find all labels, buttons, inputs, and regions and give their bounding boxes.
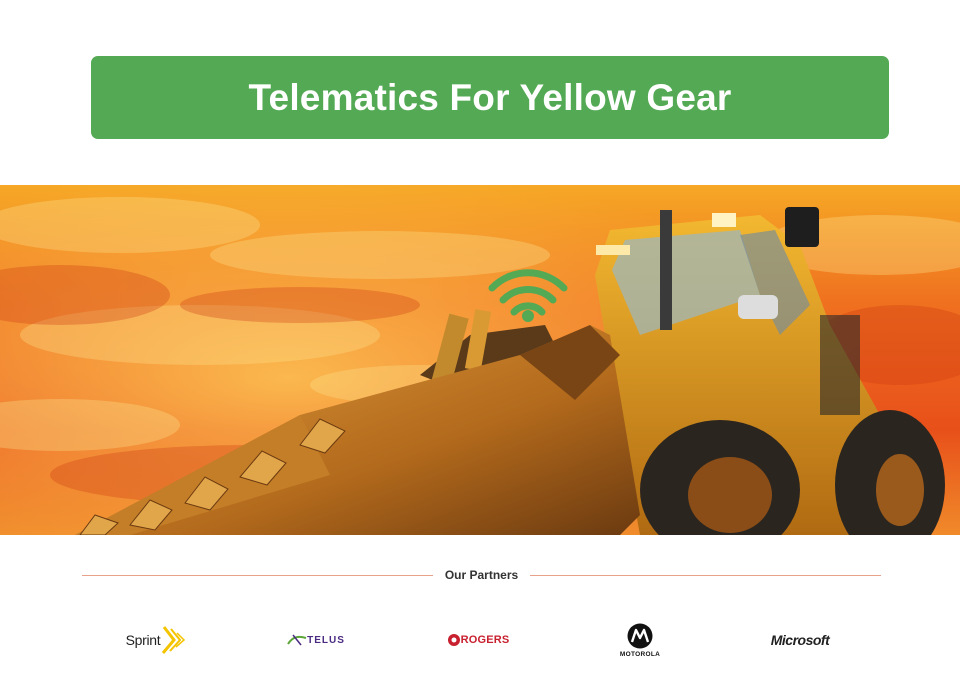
motorola-wordmark: MOTOROLA	[619, 650, 661, 658]
wheel-loader-illustration	[0, 185, 960, 535]
partner-logo-telus[interactable]: TELUS	[280, 616, 352, 664]
divider-left	[82, 574, 433, 576]
partner-logo-sprint[interactable]: Sprint	[116, 616, 196, 664]
rogers-logo-icon	[447, 634, 460, 646]
telus-wordmark: TELUS	[307, 634, 345, 646]
divider-right	[530, 574, 882, 576]
telus-logo-icon	[287, 634, 307, 646]
partners-heading: Our Partners	[82, 566, 882, 584]
title-banner: Telematics For Yellow Gear	[91, 56, 889, 139]
partner-logo-microsoft[interactable]: Microsoft	[760, 616, 840, 664]
sprint-wordmark: Sprint	[125, 632, 161, 648]
rogers-wordmark: ROGERS	[460, 634, 510, 646]
motorola-logo-icon	[627, 623, 653, 648]
sprint-logo-icon	[162, 626, 186, 654]
page-title: Telematics For Yellow Gear	[248, 76, 732, 118]
partner-logo-rogers[interactable]: ROGERS	[440, 616, 516, 664]
microsoft-wordmark: Microsoft	[770, 632, 830, 648]
hero-image	[0, 185, 960, 535]
partner-logo-motorola[interactable]: MOTOROLA	[608, 616, 672, 664]
partners-label: Our Partners	[444, 568, 519, 582]
